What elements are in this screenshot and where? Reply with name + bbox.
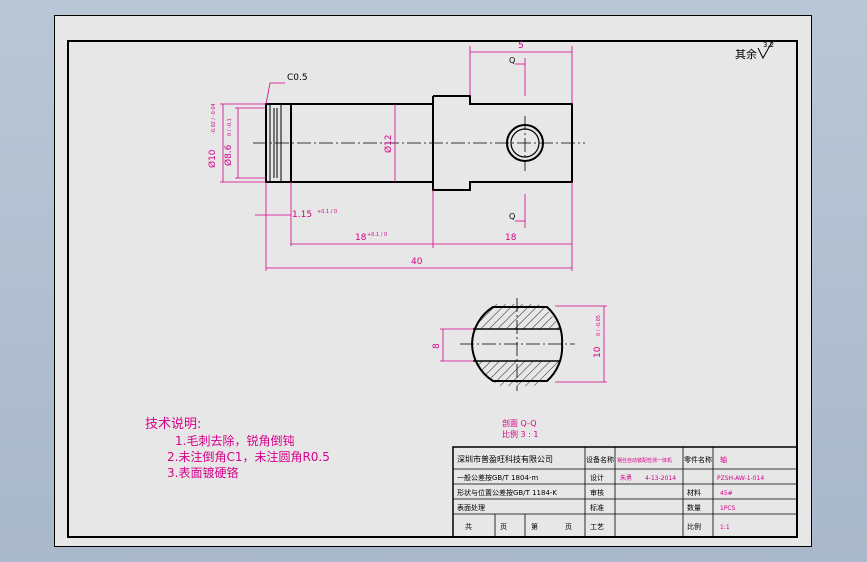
material-value: 45# xyxy=(720,490,733,497)
material-label: 材料 xyxy=(687,488,701,497)
dim-dia-8-6-tol: 0 / -0.1 xyxy=(227,118,233,136)
chamfer-callout: C0.5 xyxy=(287,73,308,83)
quantity-label: 数量 xyxy=(687,503,701,512)
dim-section-width: 8 xyxy=(432,343,442,349)
design-date: 4-13-2014 xyxy=(645,475,676,482)
roughness-value: 3.2 xyxy=(763,41,774,49)
dim-length-18-right: 18 xyxy=(505,233,517,243)
dim-top-length: 5 xyxy=(518,41,524,51)
part-value: 轴 xyxy=(720,455,727,464)
section-caption-scale: 比例 3 : 1 xyxy=(502,429,539,439)
geometric-tolerance: 形状与位置公差按GB/T 1184-K xyxy=(457,488,557,497)
dim-dia-8-6: Ø8.6 xyxy=(223,144,234,166)
designer-name: 朱勇 xyxy=(620,474,632,482)
pages-unit-1: 页 xyxy=(500,523,507,531)
roughness-label: 其余 xyxy=(735,47,757,61)
dim-dia-10-tol: -0.02 / -0.04 xyxy=(211,103,217,134)
technical-notes: 技术说明: 1.毛刺去除，锐角倒钝 2.未注倒角C1，未注圆角R0.5 3.表面… xyxy=(145,417,330,480)
general-tolerance: 一般公差按GB/T 1804-m xyxy=(457,473,538,482)
check-label: 审核 xyxy=(590,488,604,497)
note-2: 2.未注倒角C1，未注圆角R0.5 xyxy=(167,449,330,464)
notes-title: 技术说明: xyxy=(145,417,201,432)
section-caption-title: 剖面 Q-Q xyxy=(502,418,537,428)
drawing-canvas: 其余 3.2 5 C0.5 Ø10 -0.02 / -0.04 Ø8.6 0 /… xyxy=(67,39,798,538)
dim-dia-10: Ø10 xyxy=(207,149,218,168)
drawing-sheet: 其余 3.2 5 C0.5 Ø10 -0.02 / -0.04 Ø8.6 0 /… xyxy=(54,15,812,547)
surface-treatment: 表面处理 xyxy=(457,503,485,512)
dimension-lines xyxy=(220,46,607,383)
dim-length-18-tol: +0.1 / 0 xyxy=(367,232,387,238)
note-1: 1.毛刺去除，锐角倒钝 xyxy=(175,433,294,448)
scale-label: 比例 xyxy=(687,522,701,531)
dim-dia-12: Ø12 xyxy=(383,134,394,153)
company-name: 深圳市普盈旺科技有限公司 xyxy=(457,454,553,464)
dim-groove-tol: +0.1 / 0 xyxy=(317,209,337,215)
scale-value: 1:1 xyxy=(720,524,730,531)
quantity-value: 1PCS xyxy=(720,505,736,512)
standard-label: 标准 xyxy=(590,503,604,512)
design-label: 设计 xyxy=(590,473,604,482)
page-label: 第 xyxy=(531,522,538,531)
centerlines xyxy=(253,116,585,171)
note-3: 3.表面镀硬铬 xyxy=(167,465,238,480)
part-label: 零件名称 xyxy=(684,455,712,464)
pages-unit-2: 页 xyxy=(565,523,572,531)
section-mark-bottom: Q xyxy=(509,212,515,221)
equipment-value: 钢丝自动装配检测一体机 xyxy=(617,457,672,464)
process-label: 工艺 xyxy=(590,523,604,531)
dim-length-18-left: 18 xyxy=(355,233,367,243)
total-label: 共 xyxy=(465,522,472,531)
equipment-label: 设备名称 xyxy=(586,455,614,464)
dim-total-length: 40 xyxy=(411,257,423,267)
dim-section-height: 10 xyxy=(593,346,603,358)
dim-section-height-tol: 0 / -0.05 xyxy=(596,315,602,336)
roughness-symbol: 其余 3.2 xyxy=(735,39,774,61)
title-block-texts: 深圳市普盈旺科技有限公司 一般公差按GB/T 1804-m 形状与位置公差按GB… xyxy=(457,454,764,531)
section-mark-top: Q xyxy=(509,56,515,65)
dim-groove-width: 1.15 xyxy=(292,210,312,220)
section-view xyxy=(460,298,575,391)
drawing-number: PZSH-AW-1-014 xyxy=(717,475,764,482)
